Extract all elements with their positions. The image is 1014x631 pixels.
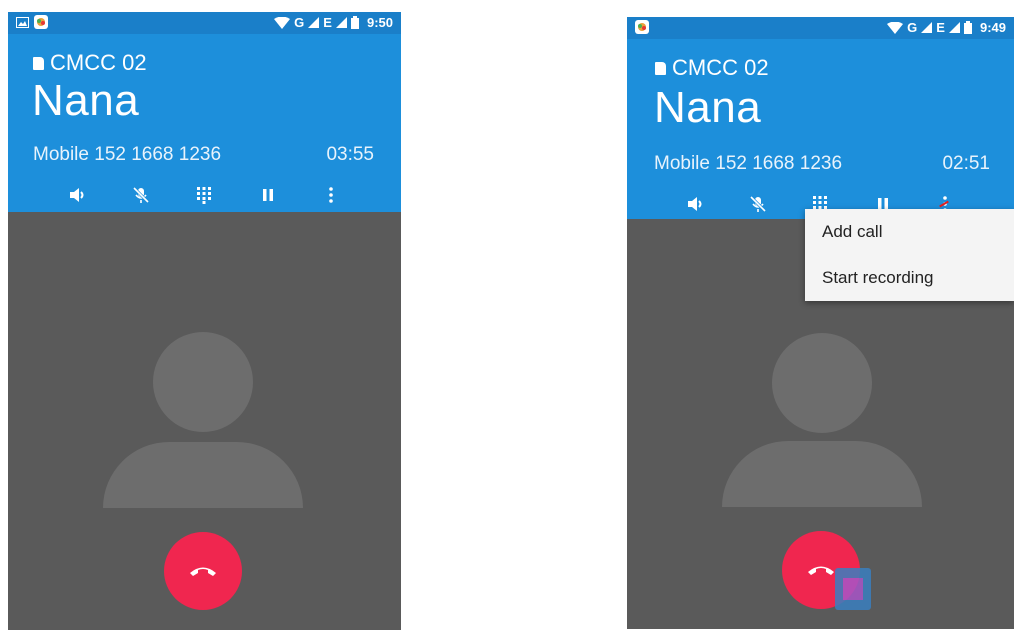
status-time: 9:49 — [979, 20, 1006, 35]
sim-card-icon — [655, 61, 666, 75]
battery-icon — [350, 16, 359, 29]
wifi-icon — [274, 16, 291, 29]
network-e-label: E — [323, 15, 332, 30]
sim-line: CMCC 02 — [655, 55, 769, 81]
in-call-screen-right: G E 9:49 CMCC 02 Nana Mobile 152 1668 12… — [627, 17, 1014, 629]
sim-label: CMCC 02 — [50, 50, 147, 75]
mute-button[interactable] — [128, 182, 154, 208]
mute-icon — [750, 195, 767, 213]
in-call-screen-left: G E 9:50 CMCC 02 Nana Mobile 152 1668 12… — [8, 12, 401, 630]
call-header: CMCC 02 Nana Mobile 152 1668 1236 02:51 — [627, 39, 1014, 219]
dialpad-icon — [197, 187, 212, 204]
signal-g-icon — [308, 17, 320, 28]
wifi-icon — [887, 21, 904, 34]
hang-up-icon — [190, 567, 216, 576]
call-header: CMCC 02 Nana Mobile 152 1668 1236 03:55 — [8, 34, 401, 212]
caller-name: Nana — [32, 76, 140, 125]
network-e-label: E — [936, 20, 945, 35]
dialpad-button[interactable] — [191, 182, 217, 208]
network-g-label: G — [907, 20, 918, 35]
hold-button[interactable] — [255, 182, 281, 208]
sim-line: CMCC 02 — [33, 50, 147, 76]
signal-e-icon — [948, 22, 960, 33]
floating-app-badge[interactable] — [835, 568, 871, 610]
call-controls — [8, 182, 401, 208]
hang-up-icon — [808, 566, 834, 575]
end-call-button[interactable] — [164, 532, 242, 610]
caller-number: Mobile 152 1668 1236 — [33, 144, 222, 165]
contact-avatar-body — [103, 442, 303, 508]
speaker-button[interactable] — [65, 182, 91, 208]
menu-item-add-call[interactable]: Add call — [805, 209, 1014, 255]
overflow-menu: Add call Start recording — [805, 209, 1014, 301]
battery-icon — [963, 21, 972, 34]
sim-card-icon — [33, 56, 44, 70]
menu-item-start-recording[interactable]: Start recording — [805, 255, 1014, 301]
mute-icon — [133, 186, 150, 204]
more-options-icon — [329, 187, 334, 203]
app-notification-icon — [635, 20, 649, 34]
sim-label: CMCC 02 — [672, 55, 769, 80]
signal-e-icon — [335, 17, 347, 28]
status-bar: G E 9:49 — [627, 17, 1014, 39]
app-notification-icon — [34, 15, 48, 29]
more-options-button[interactable] — [318, 182, 344, 208]
caller-name: Nana — [654, 83, 762, 132]
network-g-label: G — [294, 15, 305, 30]
pause-icon — [262, 189, 273, 201]
status-bar: G E 9:50 — [8, 12, 401, 34]
status-time: 9:50 — [366, 15, 393, 30]
speaker-icon — [688, 197, 702, 211]
signal-g-icon — [921, 22, 933, 33]
call-timer: 03:55 — [326, 144, 374, 165]
call-timer: 02:51 — [942, 153, 990, 174]
speaker-icon — [69, 188, 84, 202]
image-notification-icon — [16, 16, 29, 28]
mute-button[interactable] — [745, 191, 771, 217]
speaker-button[interactable] — [683, 191, 709, 217]
contact-avatar-head — [772, 333, 872, 433]
contact-avatar-head — [153, 332, 253, 432]
contact-avatar-body — [722, 441, 922, 507]
floating-app-icon — [843, 578, 863, 600]
caller-number: Mobile 152 1668 1236 — [654, 153, 843, 174]
